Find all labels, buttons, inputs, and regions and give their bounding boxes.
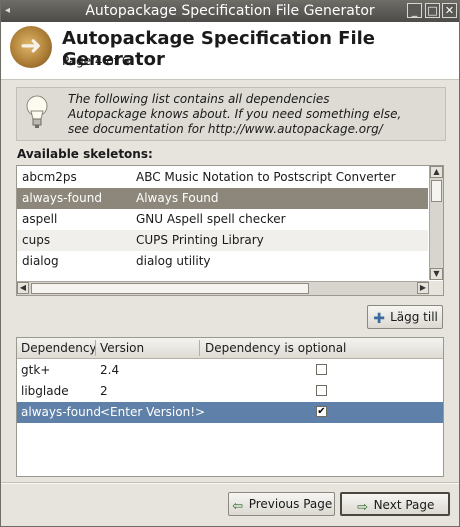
info-line: see documentation for http://www.autopac… xyxy=(68,122,383,136)
page-counter: Page 4 of 6 xyxy=(62,54,130,68)
info-text: The following list contains all dependen… xyxy=(68,92,401,137)
autopackage-logo-icon: ➜ xyxy=(10,26,52,68)
scroll-left-icon[interactable]: ◀ xyxy=(17,282,29,294)
table-header: Dependency Version Dependency is optiona… xyxy=(17,338,443,359)
plus-icon: ✚ xyxy=(373,311,385,327)
minimize-button[interactable]: _ xyxy=(407,3,422,18)
add-dependency-button[interactable]: ✚ Lägg till xyxy=(367,305,443,329)
dependency-version[interactable]: 2 xyxy=(100,381,108,402)
info-line: Autopackage knows about. If you need som… xyxy=(68,107,402,121)
column-header-dependency[interactable]: Dependency xyxy=(21,341,97,355)
vertical-scrollbar[interactable]: ▲ ▼ xyxy=(429,166,443,280)
optional-checkbox[interactable] xyxy=(316,364,327,375)
table-row-selected[interactable]: always-found <Enter Version!> ✔ xyxy=(17,402,443,423)
dependencies-table[interactable]: Dependency Version Dependency is optiona… xyxy=(16,337,444,477)
dependency-name: gtk+ xyxy=(21,363,51,377)
add-button-label: Lägg till xyxy=(390,310,438,324)
dependency-name: libglade xyxy=(21,384,69,398)
list-item[interactable]: dialog dialog utility xyxy=(17,251,428,272)
list-item[interactable]: abcm2ps ABC Music Notation to Postscript… xyxy=(17,167,428,188)
skeletons-list[interactable]: abcm2ps ABC Music Notation to Postscript… xyxy=(16,165,444,296)
dialog-window: ◂ Autopackage Specification File Generat… xyxy=(0,0,460,527)
skeleton-description: dialog utility xyxy=(136,254,211,268)
column-separator[interactable] xyxy=(95,340,96,356)
column-header-optional[interactable]: Dependency is optional xyxy=(205,341,346,355)
table-row[interactable]: libglade 2 xyxy=(17,381,443,402)
skeleton-description: GNU Aspell spell checker xyxy=(136,212,286,226)
lightbulb-icon xyxy=(26,95,48,128)
skeletons-label: Available skeletons: xyxy=(17,147,153,161)
skeleton-name: aspell xyxy=(22,212,58,226)
skeleton-description: CUPS Printing Library xyxy=(136,233,264,247)
skeleton-name: abcm2ps xyxy=(22,170,77,184)
table-row[interactable]: gtk+ 2.4 xyxy=(17,360,443,381)
previous-page-button[interactable]: ⇦ Previous Page xyxy=(228,492,335,516)
column-separator[interactable] xyxy=(199,340,200,356)
wizard-header: ➜ Autopackage Specification File Generat… xyxy=(1,22,459,80)
dependency-name: always-found xyxy=(21,405,101,419)
optional-checkbox-checked[interactable]: ✔ xyxy=(316,406,327,417)
list-item[interactable]: cups CUPS Printing Library xyxy=(17,230,428,251)
previous-page-label: Previous Page xyxy=(248,497,333,511)
window-title: Autopackage Specification File Generator xyxy=(85,3,375,19)
skeleton-description: Always Found xyxy=(136,191,219,205)
optional-checkbox[interactable] xyxy=(316,385,327,396)
horizontal-scrollbar[interactable]: ◀ ▶ xyxy=(17,281,431,295)
next-page-label: Next Page xyxy=(373,498,435,512)
info-line: The following list contains all dependen… xyxy=(68,92,330,106)
list-item-selected[interactable]: always-found Always Found xyxy=(17,188,428,209)
next-page-button[interactable]: ⇨ Next Page xyxy=(340,492,450,516)
separator xyxy=(1,482,459,484)
dependency-version[interactable]: <Enter Version!> xyxy=(100,402,205,423)
info-panel: The following list contains all dependen… xyxy=(16,87,446,141)
skeleton-name: dialog xyxy=(22,254,59,268)
scroll-right-icon[interactable]: ▶ xyxy=(417,282,429,294)
arrow-right-icon: ⇨ xyxy=(357,500,369,515)
scrollbar-corner xyxy=(429,281,443,295)
list-item[interactable]: aspell GNU Aspell spell checker xyxy=(17,209,428,230)
title-bar[interactable]: ◂ Autopackage Specification File Generat… xyxy=(1,1,459,22)
skeleton-name: cups xyxy=(22,233,51,247)
skeleton-name: always-found xyxy=(22,191,102,205)
arrow-left-icon: ⇦ xyxy=(232,499,244,514)
horizontal-scroll-thumb[interactable] xyxy=(31,283,309,294)
vertical-scroll-thumb[interactable] xyxy=(431,180,442,202)
maximize-button[interactable]: □ xyxy=(425,3,440,18)
scroll-down-icon[interactable]: ▼ xyxy=(430,268,443,280)
skeleton-description: ABC Music Notation to Postscript Convert… xyxy=(136,170,396,184)
column-header-version[interactable]: Version xyxy=(100,341,144,355)
dependency-version[interactable]: 2.4 xyxy=(100,360,119,381)
scroll-up-icon[interactable]: ▲ xyxy=(430,166,443,178)
close-button[interactable]: ✕ xyxy=(442,3,457,18)
